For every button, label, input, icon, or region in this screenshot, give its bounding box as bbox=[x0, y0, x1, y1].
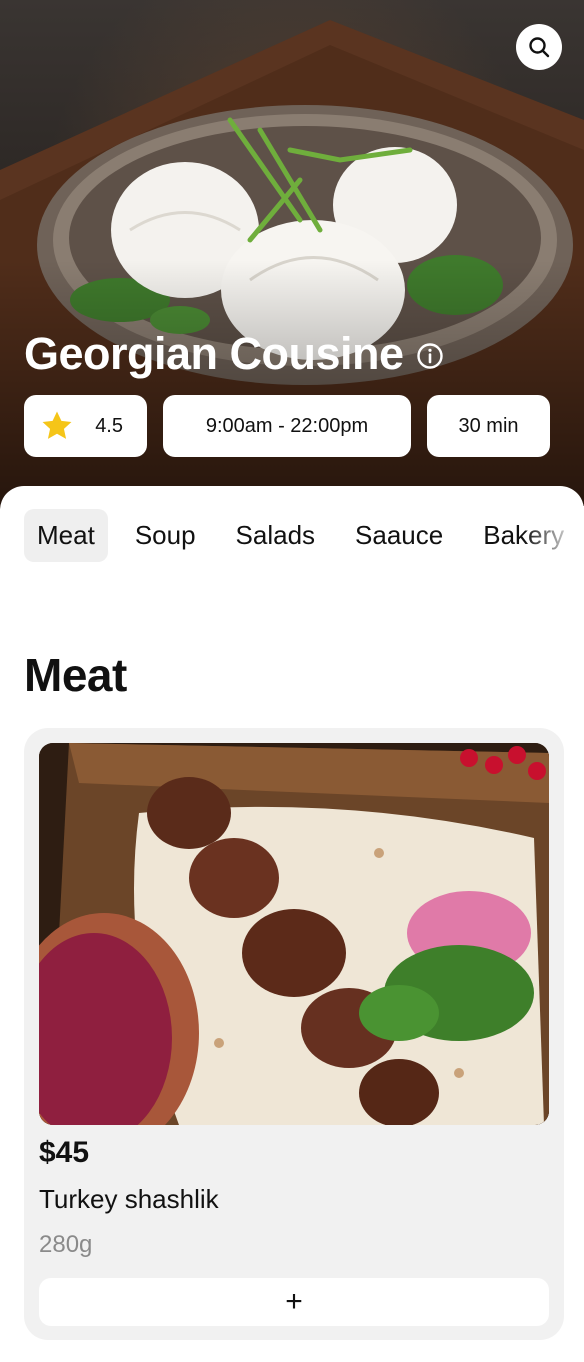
hero-banner: Georgian Cousine 4.5 9:00am - 22:00pm 30… bbox=[0, 0, 584, 520]
delivery-time-chip[interactable]: 30 min bbox=[427, 395, 550, 457]
product-card[interactable]: $45 Turkey shashlik 280g + bbox=[24, 728, 564, 1340]
rating-value: 4.5 bbox=[95, 414, 123, 437]
tab-soup[interactable]: Soup bbox=[122, 509, 209, 562]
menu-sheet: Meat Soup Salads Saauce Bakery Meat bbox=[0, 486, 584, 1362]
product-weight: 280g bbox=[39, 1231, 93, 1258]
product-price: $45 bbox=[39, 1136, 90, 1169]
add-to-cart-button[interactable]: + bbox=[39, 1278, 549, 1326]
product-name: Turkey shashlik bbox=[39, 1184, 219, 1214]
tab-meat[interactable]: Meat bbox=[24, 509, 108, 562]
hero-overlay bbox=[0, 260, 584, 520]
search-button[interactable] bbox=[516, 24, 562, 70]
plus-icon: + bbox=[285, 1285, 303, 1318]
restaurant-page: Georgian Cousine 4.5 9:00am - 22:00pm 30… bbox=[0, 0, 584, 1362]
restaurant-info-chips: 4.5 9:00am - 22:00pm 30 min bbox=[24, 395, 550, 457]
restaurant-header: Georgian Cousine bbox=[24, 326, 444, 382]
tabs-scroll-fade bbox=[524, 506, 584, 566]
restaurant-name: Georgian Cousine bbox=[24, 328, 404, 379]
search-icon bbox=[529, 37, 550, 58]
product-image bbox=[39, 743, 549, 1125]
opening-hours: 9:00am - 22:00pm bbox=[205, 414, 369, 437]
hours-chip[interactable]: 9:00am - 22:00pm bbox=[163, 395, 411, 457]
info-icon bbox=[416, 343, 443, 369]
star-icon bbox=[42, 411, 72, 439]
category-tabs: Meat Soup Salads Saauce Bakery bbox=[24, 509, 584, 562]
section-title: Meat bbox=[24, 649, 127, 701]
rating-chip[interactable]: 4.5 bbox=[24, 395, 147, 457]
shashlik-image bbox=[39, 743, 549, 1125]
delivery-time: 30 min bbox=[458, 414, 519, 437]
info-button[interactable] bbox=[416, 342, 444, 370]
tab-salads[interactable]: Salads bbox=[223, 509, 329, 562]
tab-sauce[interactable]: Saauce bbox=[342, 509, 456, 562]
